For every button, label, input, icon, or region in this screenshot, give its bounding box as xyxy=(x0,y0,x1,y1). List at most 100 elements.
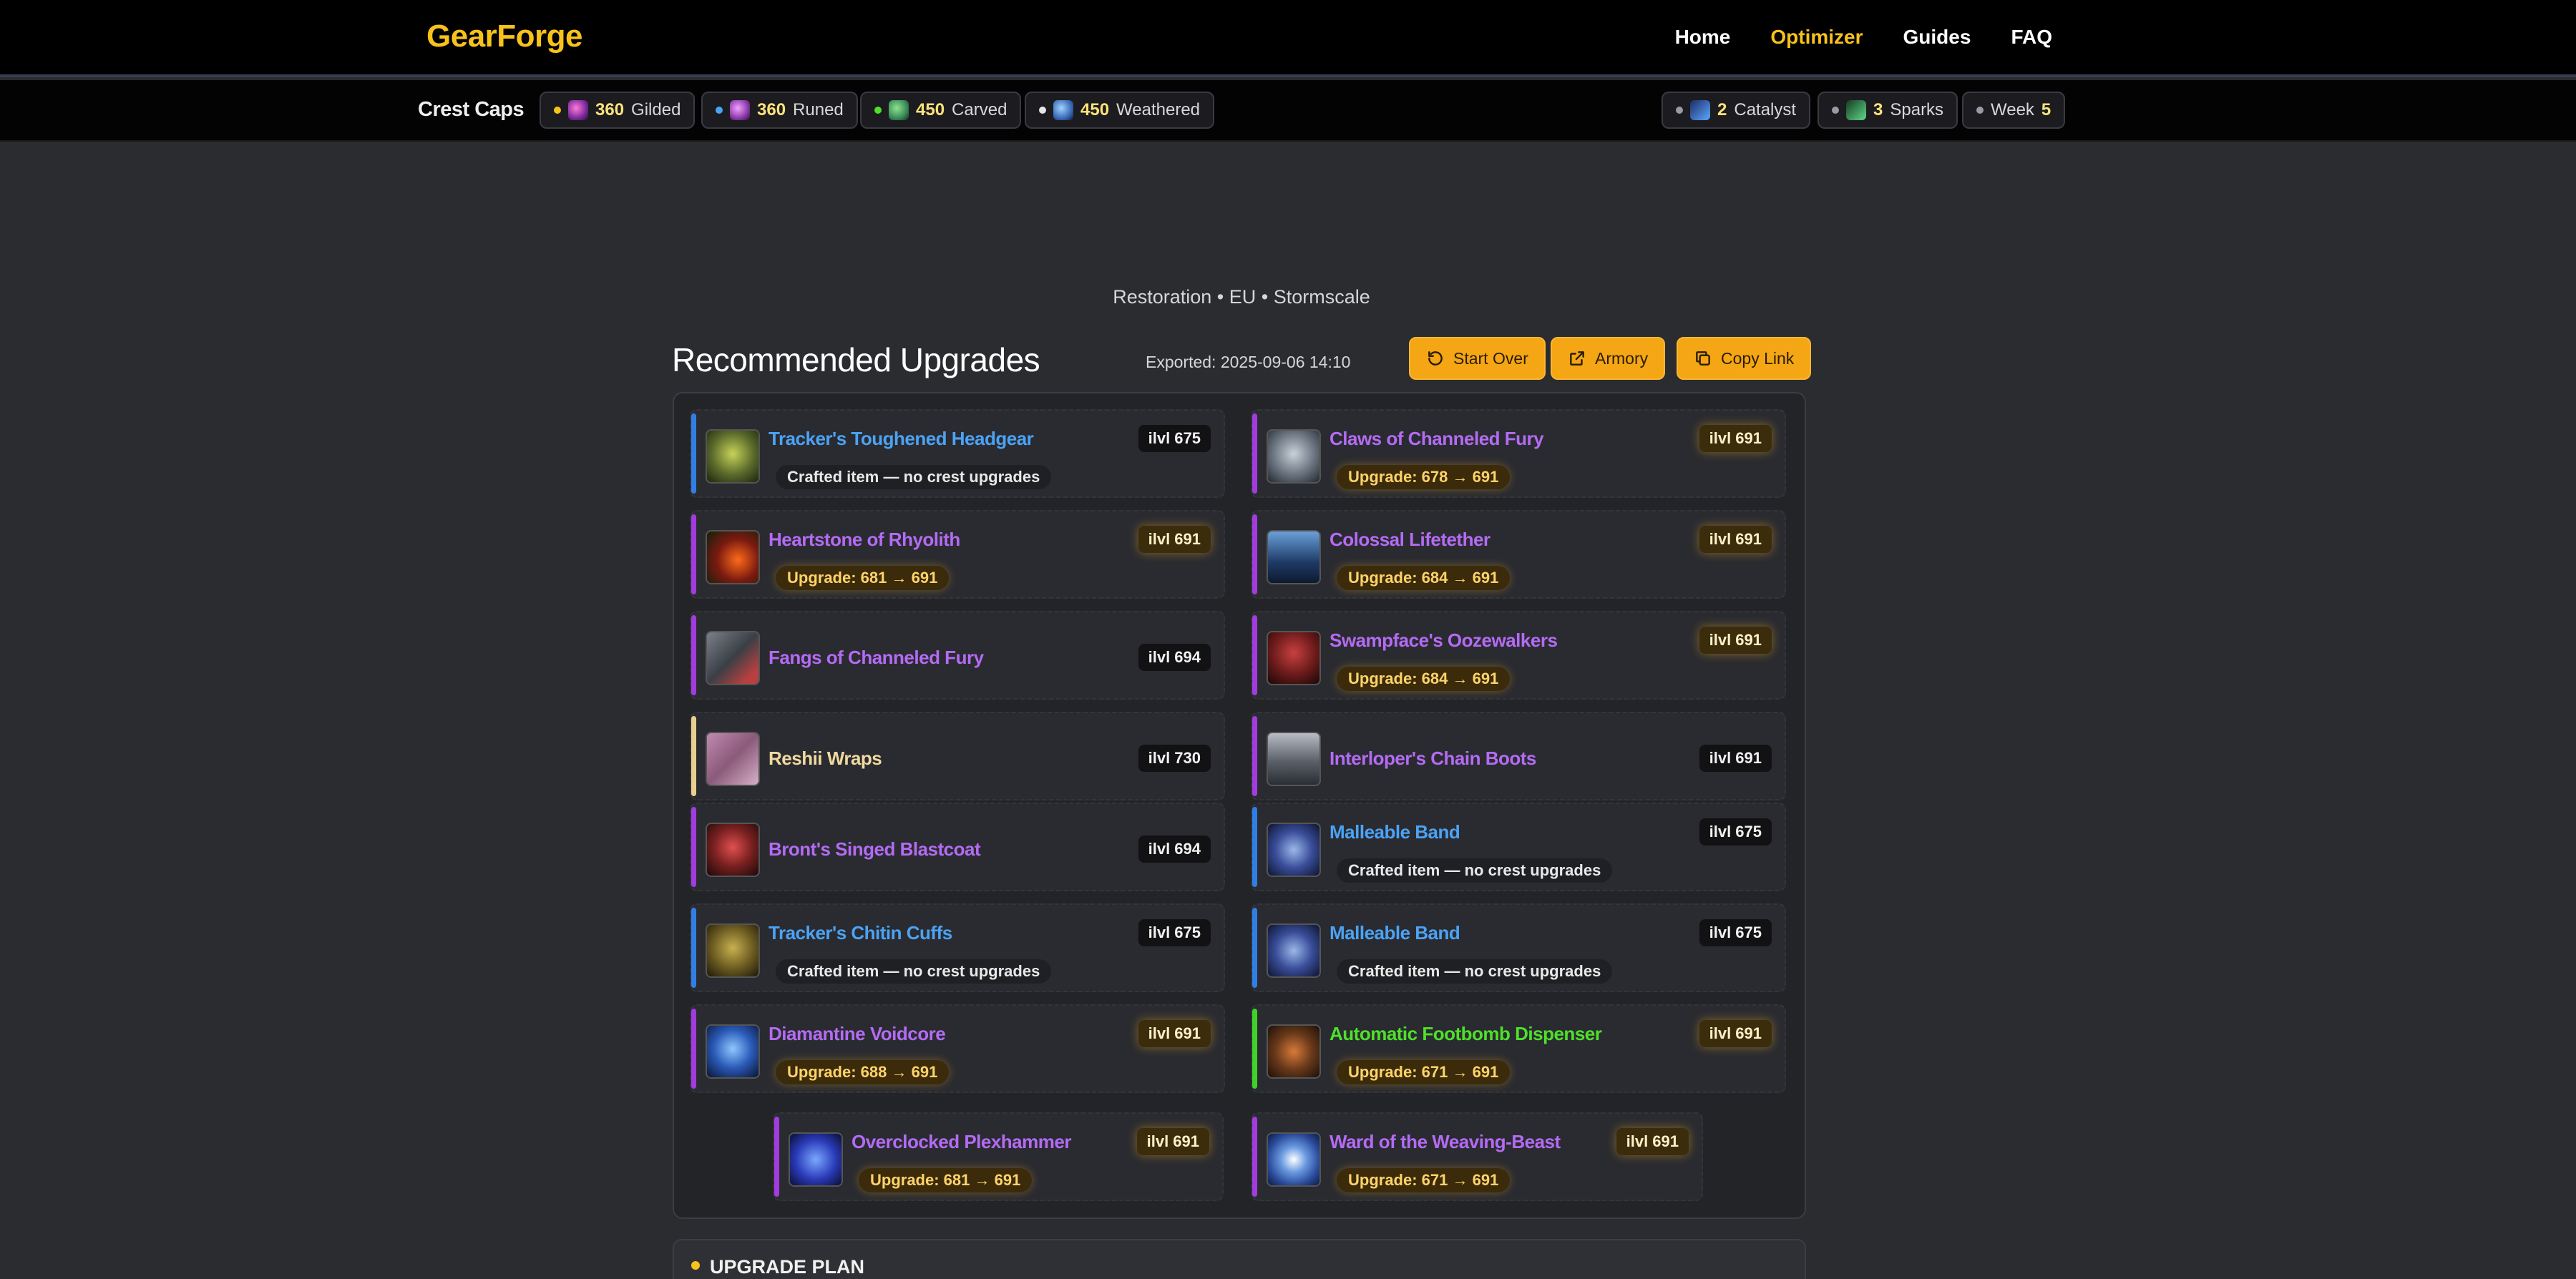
chip-catalyst: 2 Catalyst xyxy=(1662,92,1811,129)
crafted-tag: Crafted item — no crest upgrades xyxy=(1337,858,1613,883)
nav-link-home[interactable]: Home xyxy=(1675,26,1731,49)
item-name[interactable]: Malleable Band xyxy=(1330,821,1460,843)
copy-link-label: Copy Link xyxy=(1721,348,1795,368)
crest-chip-runed: 360 Runed xyxy=(701,92,858,129)
rarity-bar xyxy=(774,1117,779,1197)
cloak-icon xyxy=(706,732,760,786)
item-level-badge: ilvl 691 xyxy=(1699,627,1772,654)
item-name[interactable]: Claws of Channeled Fury xyxy=(1330,428,1544,450)
rarity-bar xyxy=(1252,908,1257,988)
item-card[interactable]: Fangs of Channeled Fury ilvl 694 xyxy=(690,611,1225,700)
item-card[interactable]: Claws of Channeled Fury ilvl 691 Upgrade… xyxy=(1251,409,1786,498)
item-card[interactable]: Malleable Band ilvl 675 Crafted item — n… xyxy=(1251,903,1786,992)
item-name[interactable]: Diamantine Voidcore xyxy=(769,1023,946,1045)
weathered-crest-icon xyxy=(1053,100,1073,120)
item-name[interactable]: Malleable Band xyxy=(1330,922,1460,944)
crest-chip-gilded: 360 Gilded xyxy=(540,92,696,129)
nav-link-faq[interactable]: FAQ xyxy=(2011,26,2052,49)
item-name[interactable]: Reshii Wraps xyxy=(769,748,882,770)
item-level-badge: ilvl 691 xyxy=(1699,425,1772,452)
trinket-icon xyxy=(1267,1024,1321,1079)
catalyst-label: Catalyst xyxy=(1734,100,1797,119)
chip-sparks: 3 Sparks xyxy=(1818,92,1958,129)
upgrade-tag: Upgrade: 681 → 691 xyxy=(776,566,950,590)
upgrade-tag: Upgrade: 678 → 691 xyxy=(1337,465,1511,489)
item-level-badge: ilvl 691 xyxy=(1699,1020,1772,1047)
item-name[interactable]: Fangs of Channeled Fury xyxy=(769,647,984,669)
item-name[interactable]: Bront's Singed Blastcoat xyxy=(769,838,981,861)
gloves-icon xyxy=(1267,429,1321,484)
nav-link-guides[interactable]: Guides xyxy=(1903,26,1971,49)
item-level-badge: ilvl 691 xyxy=(1699,745,1772,772)
item-card[interactable]: Diamantine Voidcore ilvl 691 Upgrade: 68… xyxy=(690,1004,1225,1093)
item-name[interactable]: Tracker's Chitin Cuffs xyxy=(769,922,952,944)
rarity-bar xyxy=(1252,615,1257,695)
dot-icon xyxy=(1676,107,1683,114)
item-name[interactable]: Swampface's Oozewalkers xyxy=(1330,629,1558,652)
item-card[interactable]: Malleable Band ilvl 675 Crafted item — n… xyxy=(1251,803,1786,891)
top-nav: GearForge Home Optimizer Guides FAQ xyxy=(0,0,2576,77)
crest-caps-bar: Crest Caps 360 Gilded 360 Runed 450 Carv… xyxy=(0,80,2576,142)
dot-icon xyxy=(874,107,882,114)
crest-label: Carved xyxy=(952,100,1008,119)
start-over-label: Start Over xyxy=(1453,348,1528,368)
item-card[interactable]: Heartstone of Rhyolith ilvl 691 Upgrade:… xyxy=(690,510,1225,599)
item-level-badge: ilvl 691 xyxy=(1136,1128,1209,1155)
item-name[interactable]: Tracker's Toughened Headgear xyxy=(769,428,1034,450)
cloak-icon xyxy=(1267,530,1321,584)
catalyst-icon xyxy=(1690,100,1710,120)
item-card[interactable]: Bront's Singed Blastcoat ilvl 694 xyxy=(690,803,1225,891)
item-card[interactable]: Tracker's Toughened Headgear ilvl 675 Cr… xyxy=(690,409,1225,498)
dot-icon xyxy=(1832,107,1839,114)
armory-button[interactable]: Armory xyxy=(1551,337,1666,380)
item-level-badge: ilvl 694 xyxy=(1138,644,1211,671)
crest-caps-title: Crest Caps xyxy=(418,98,525,121)
item-name[interactable]: Heartstone of Rhyolith xyxy=(769,529,960,551)
rarity-bar xyxy=(1252,1009,1257,1089)
armory-label: Armory xyxy=(1595,348,1649,368)
item-name[interactable]: Colossal Lifetether xyxy=(1330,529,1491,551)
crest-value: 360 xyxy=(757,100,786,119)
item-name[interactable]: Ward of the Weaving-Beast xyxy=(1330,1131,1561,1153)
crest-value: 450 xyxy=(916,100,945,119)
upgrade-tag: Upgrade: 688 → 691 xyxy=(776,1060,950,1084)
item-name[interactable]: Overclocked Plexhammer xyxy=(852,1131,1071,1153)
item-card[interactable]: Ward of the Weaving-Beast ilvl 691 Upgra… xyxy=(1251,1112,1703,1201)
upgrade-plan-title: UPGRADE PLAN xyxy=(710,1256,865,1278)
chip-week: Week 5 xyxy=(1962,92,2066,129)
weapon-icon xyxy=(789,1132,843,1187)
dot-icon xyxy=(1976,107,1984,114)
carved-crest-icon xyxy=(889,100,909,120)
rarity-bar xyxy=(691,908,696,988)
page-title: Recommended Upgrades xyxy=(672,341,1040,378)
item-card[interactable]: Overclocked Plexhammer ilvl 691 Upgrade:… xyxy=(773,1112,1224,1201)
copy-link-button[interactable]: Copy Link xyxy=(1677,337,1812,380)
item-card[interactable]: Tracker's Chitin Cuffs ilvl 675 Crafted … xyxy=(690,903,1225,992)
item-name[interactable]: Interloper's Chain Boots xyxy=(1330,748,1536,770)
crest-label: Gilded xyxy=(631,100,681,119)
item-card[interactable]: Colossal Lifetether ilvl 691 Upgrade: 68… xyxy=(1251,510,1786,599)
upgrades-panel: Tracker's Toughened Headgear ilvl 675 Cr… xyxy=(673,392,1806,1219)
start-over-button[interactable]: Start Over xyxy=(1409,337,1546,380)
item-level-badge: ilvl 675 xyxy=(1699,818,1772,846)
item-card[interactable]: Interloper's Chain Boots ilvl 691 xyxy=(1251,712,1786,800)
gilded-crest-icon xyxy=(568,100,588,120)
upgrade-plan-section: UPGRADE PLAN xyxy=(673,1239,1806,1279)
item-card[interactable]: Swampface's Oozewalkers ilvl 691 Upgrade… xyxy=(1251,611,1786,700)
item-level-badge: ilvl 675 xyxy=(1138,425,1211,452)
item-name[interactable]: Automatic Footbomb Dispenser xyxy=(1330,1023,1602,1045)
ring-icon xyxy=(1267,823,1321,877)
rarity-bar xyxy=(691,413,696,494)
nav-link-optimizer[interactable]: Optimizer xyxy=(1770,26,1863,49)
logo[interactable]: GearForge xyxy=(426,19,583,54)
rarity-bar xyxy=(1252,514,1257,594)
dot-icon xyxy=(554,107,561,114)
rarity-bar xyxy=(1252,413,1257,494)
chest-armor-icon xyxy=(706,823,760,877)
crafted-tag: Crafted item — no crest upgrades xyxy=(776,465,1052,489)
rarity-bar xyxy=(691,615,696,695)
item-card[interactable]: Reshii Wraps ilvl 730 xyxy=(690,712,1225,800)
item-level-badge: ilvl 694 xyxy=(1138,835,1211,863)
crest-chip-carved: 450 Carved xyxy=(860,92,1022,129)
item-card[interactable]: Automatic Footbomb Dispenser ilvl 691 Up… xyxy=(1251,1004,1786,1093)
